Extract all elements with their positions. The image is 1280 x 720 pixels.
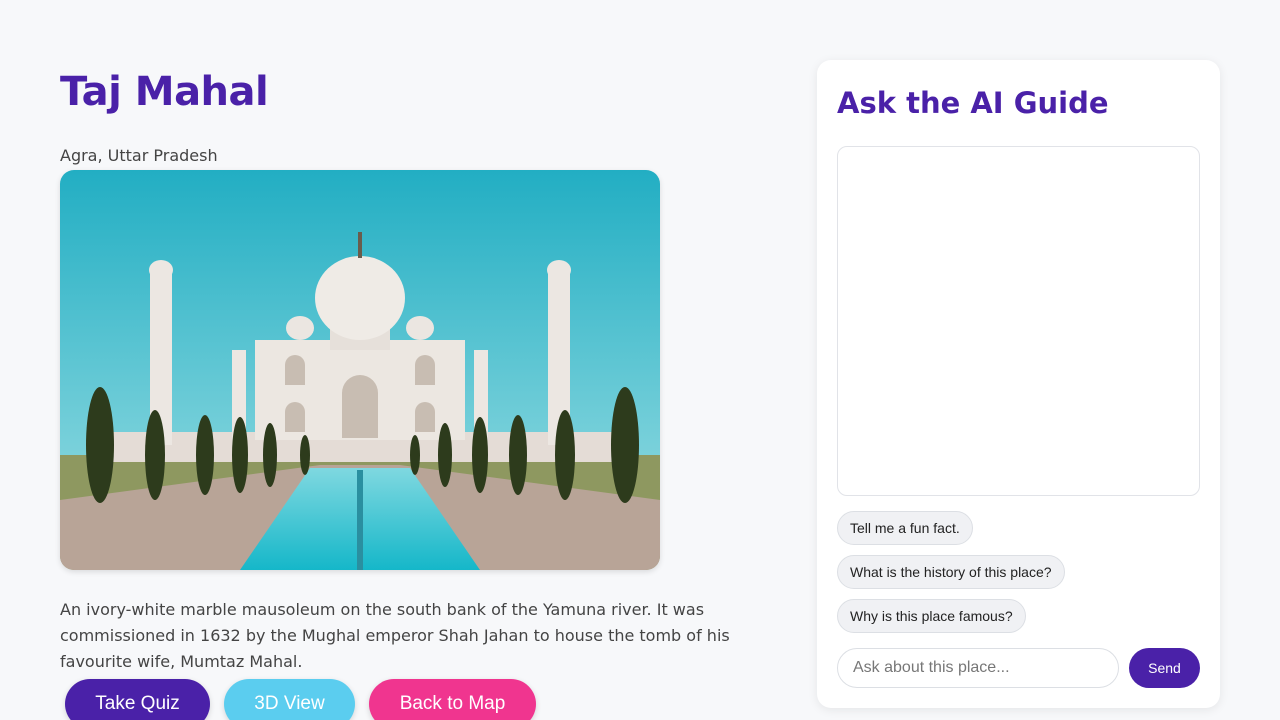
landmark-photo	[60, 170, 660, 570]
back-to-map-button[interactable]: Back to Map	[369, 679, 536, 720]
ai-guide-panel: Ask the AI Guide Tell me a fun fact. Wha…	[817, 60, 1220, 708]
suggestion-chip-history[interactable]: What is the history of this place?	[837, 555, 1065, 589]
landmark-detail: Taj Mahal Agra, Uttar Pradesh An ivory-w…	[60, 60, 790, 671]
page-title: Taj Mahal	[60, 69, 269, 115]
landmark-description: An ivory-white marble mausoleum on the s…	[60, 600, 730, 671]
take-quiz-button[interactable]: Take Quiz	[65, 679, 210, 720]
3d-view-button[interactable]: 3D View	[224, 679, 355, 720]
suggestion-chip-fun-fact[interactable]: Tell me a fun fact.	[837, 511, 973, 545]
chat-messages-area[interactable]	[837, 146, 1200, 496]
ai-guide-title: Ask the AI Guide	[837, 86, 1109, 120]
send-button[interactable]: Send	[1129, 648, 1200, 688]
ask-input[interactable]	[837, 648, 1119, 688]
location-label: Agra, Uttar Pradesh	[60, 146, 218, 165]
suggestion-chip-famous[interactable]: Why is this place famous?	[837, 599, 1026, 633]
